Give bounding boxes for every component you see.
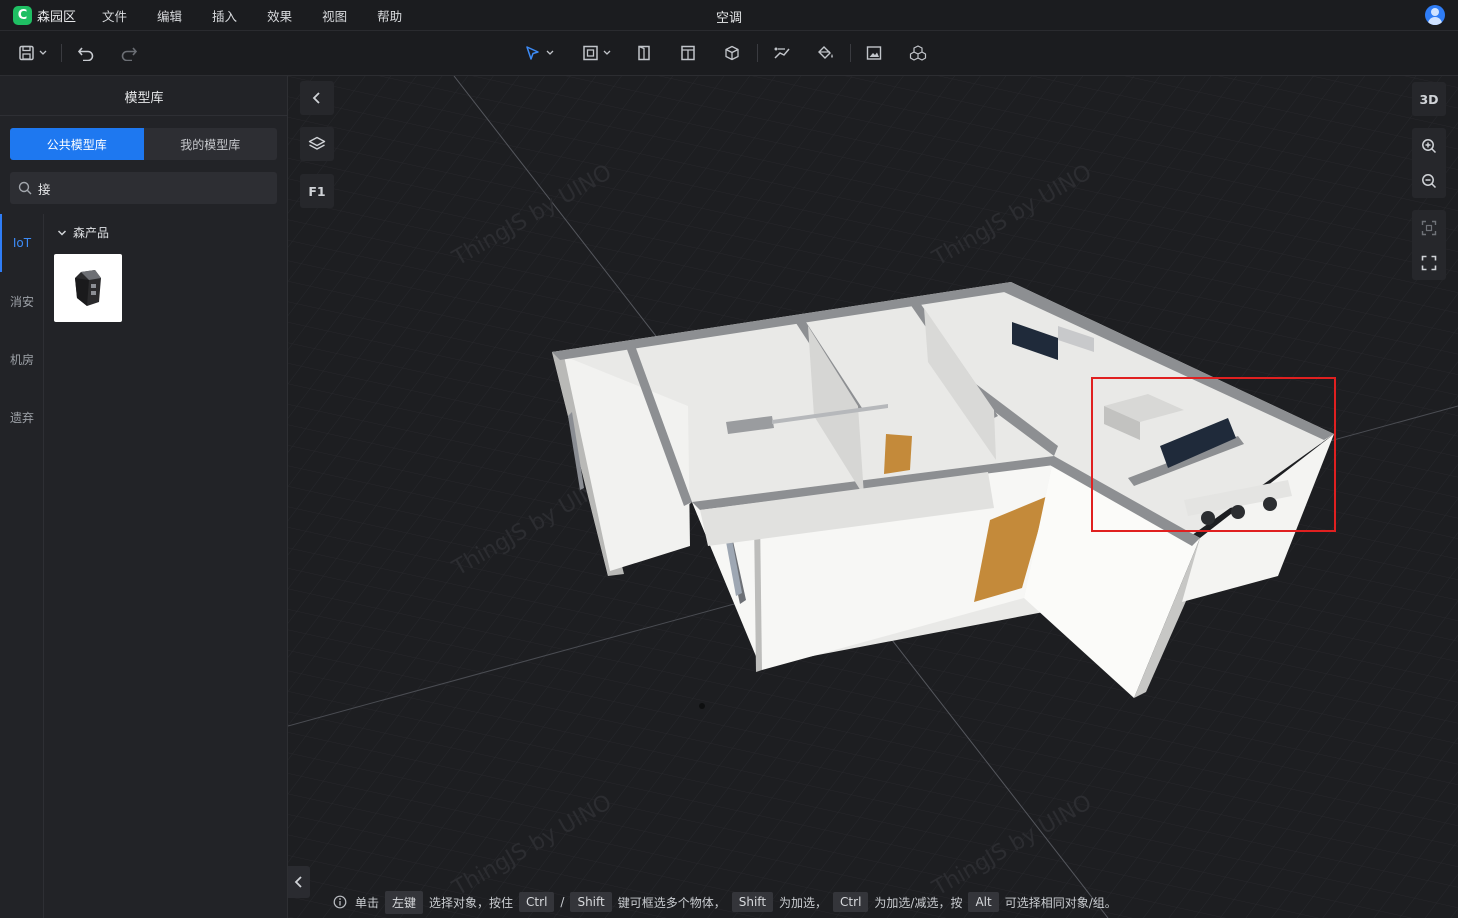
model-group-label: 森产品 (73, 226, 110, 240)
path-tool-button[interactable] (770, 41, 794, 65)
zoom-in-button[interactable] (1412, 128, 1446, 163)
tab-my-library[interactable]: 我的模型库 (144, 128, 278, 160)
iot-device-model-icon (75, 270, 101, 306)
cubes-icon (909, 45, 927, 61)
app-name: 森园区 (37, 9, 77, 25)
category-iot[interactable]: IoT (0, 214, 44, 272)
redo-button[interactable] (117, 41, 141, 65)
window-tool-button[interactable] (676, 41, 700, 65)
panel-divider (0, 115, 288, 116)
menu-view[interactable]: 视图 (322, 6, 347, 25)
zoom-in-icon (1422, 138, 1437, 153)
fullscreen-icon (1421, 255, 1437, 270)
layers-icon (308, 136, 326, 150)
app-logo-icon: C (13, 5, 32, 25)
info-icon (333, 895, 347, 909)
app-logo[interactable]: C 森园区 (13, 5, 77, 25)
toolbar-divider (61, 44, 62, 62)
key-hint: Shift (570, 892, 612, 912)
user-avatar[interactable] (1425, 5, 1445, 25)
scene-canvas[interactable]: ThingJS by UINO ThingJS by UINO ThingJS … (288, 76, 1458, 918)
chevron-left-icon (294, 876, 302, 888)
undo-button[interactable] (74, 41, 98, 65)
key-hint: Shift (731, 892, 774, 912)
redo-icon (121, 47, 138, 61)
toggle-status-panel[interactable] (288, 866, 310, 898)
view-mode-button[interactable]: 3D (1412, 82, 1446, 116)
zoom-controls (1412, 128, 1446, 198)
key-hint: 左键 (385, 890, 424, 914)
zoom-out-button[interactable] (1412, 163, 1446, 198)
frame-icon (583, 45, 611, 61)
panel-title: 模型库 (124, 91, 164, 106)
pointer-icon (526, 46, 554, 60)
menu-bar: C 森园区 文件 编辑 插入 效果 视图 帮助 空调 (0, 0, 1458, 31)
door-tool-button[interactable] (632, 41, 656, 65)
key-hint: Ctrl (833, 892, 869, 912)
select-tool-button[interactable] (522, 41, 558, 65)
search-input[interactable] (38, 180, 268, 196)
fullscreen-button[interactable] (1412, 245, 1446, 280)
save-button[interactable] (16, 41, 50, 65)
search-box (10, 172, 277, 204)
door-icon (638, 45, 650, 61)
model-thumbnail[interactable] (54, 254, 122, 322)
tab-public-library[interactable]: 公共模型库 (10, 128, 144, 160)
effects-tool-button[interactable] (906, 41, 930, 65)
toolbar-divider (850, 44, 851, 62)
category-fire-security[interactable]: 消安 (0, 272, 44, 330)
menu-file[interactable]: 文件 (102, 6, 127, 25)
key-hint: Ctrl (519, 892, 555, 912)
category-deprecated[interactable]: 遗弃 (0, 388, 44, 446)
3d-viewport[interactable]: ThingJS by UINO ThingJS by UINO ThingJS … (288, 76, 1458, 918)
chevron-down-icon (57, 229, 67, 236)
frame-tool-button[interactable] (580, 41, 616, 65)
status-text: 键可框选多个物体， (617, 895, 726, 910)
collapse-panel-button[interactable] (300, 81, 334, 115)
key-hint: Alt (968, 892, 999, 912)
status-text: 可选择相同对象/组。 (1004, 895, 1117, 910)
library-tabs: 公共模型库 我的模型库 (10, 128, 277, 160)
status-text: 单击 (355, 895, 380, 910)
category-sidebar: IoT 消安 机房 遗弃 (0, 214, 44, 918)
path-icon (774, 47, 790, 59)
image-icon (866, 46, 882, 60)
save-icon (19, 45, 47, 61)
model-library-panel: 模型库 公共模型库 我的模型库 IoT 消安 机房 遗弃 森产品 (0, 76, 288, 918)
layers-button[interactable] (300, 127, 334, 161)
object-tool-button[interactable] (720, 41, 744, 65)
status-text: 选择对象，按住 (429, 895, 514, 910)
toolbar-divider (757, 44, 758, 62)
undo-icon (77, 47, 94, 61)
paint-tool-button[interactable] (814, 41, 838, 65)
view-controls (1412, 210, 1446, 280)
menu-edit[interactable]: 编辑 (157, 6, 182, 25)
menu-insert[interactable]: 插入 (212, 6, 237, 25)
focus-selection-button[interactable] (1412, 210, 1446, 245)
status-text: / (560, 895, 565, 909)
toolbar (0, 31, 1458, 76)
window-icon (681, 45, 695, 61)
model-group-header[interactable]: 森产品 (57, 224, 109, 241)
category-server-room[interactable]: 机房 (0, 330, 44, 388)
cube-icon (725, 45, 739, 61)
zoom-out-icon (1422, 173, 1437, 188)
search-icon (18, 181, 32, 195)
paint-bucket-icon (818, 46, 833, 59)
menu-effects[interactable]: 效果 (267, 6, 292, 25)
status-hint-bar: 单击 左键 选择对象，按住 Ctrl / Shift 键可框选多个物体， Shi… (325, 888, 1117, 916)
chevron-left-icon (312, 92, 320, 104)
menu-help[interactable]: 帮助 (377, 6, 402, 25)
image-tool-button[interactable] (862, 41, 886, 65)
status-text: 为加选/减选，按 (874, 895, 963, 910)
focus-icon (1421, 220, 1437, 235)
floor-button[interactable]: F1 (300, 174, 334, 208)
status-text: 为加选， (779, 895, 828, 910)
